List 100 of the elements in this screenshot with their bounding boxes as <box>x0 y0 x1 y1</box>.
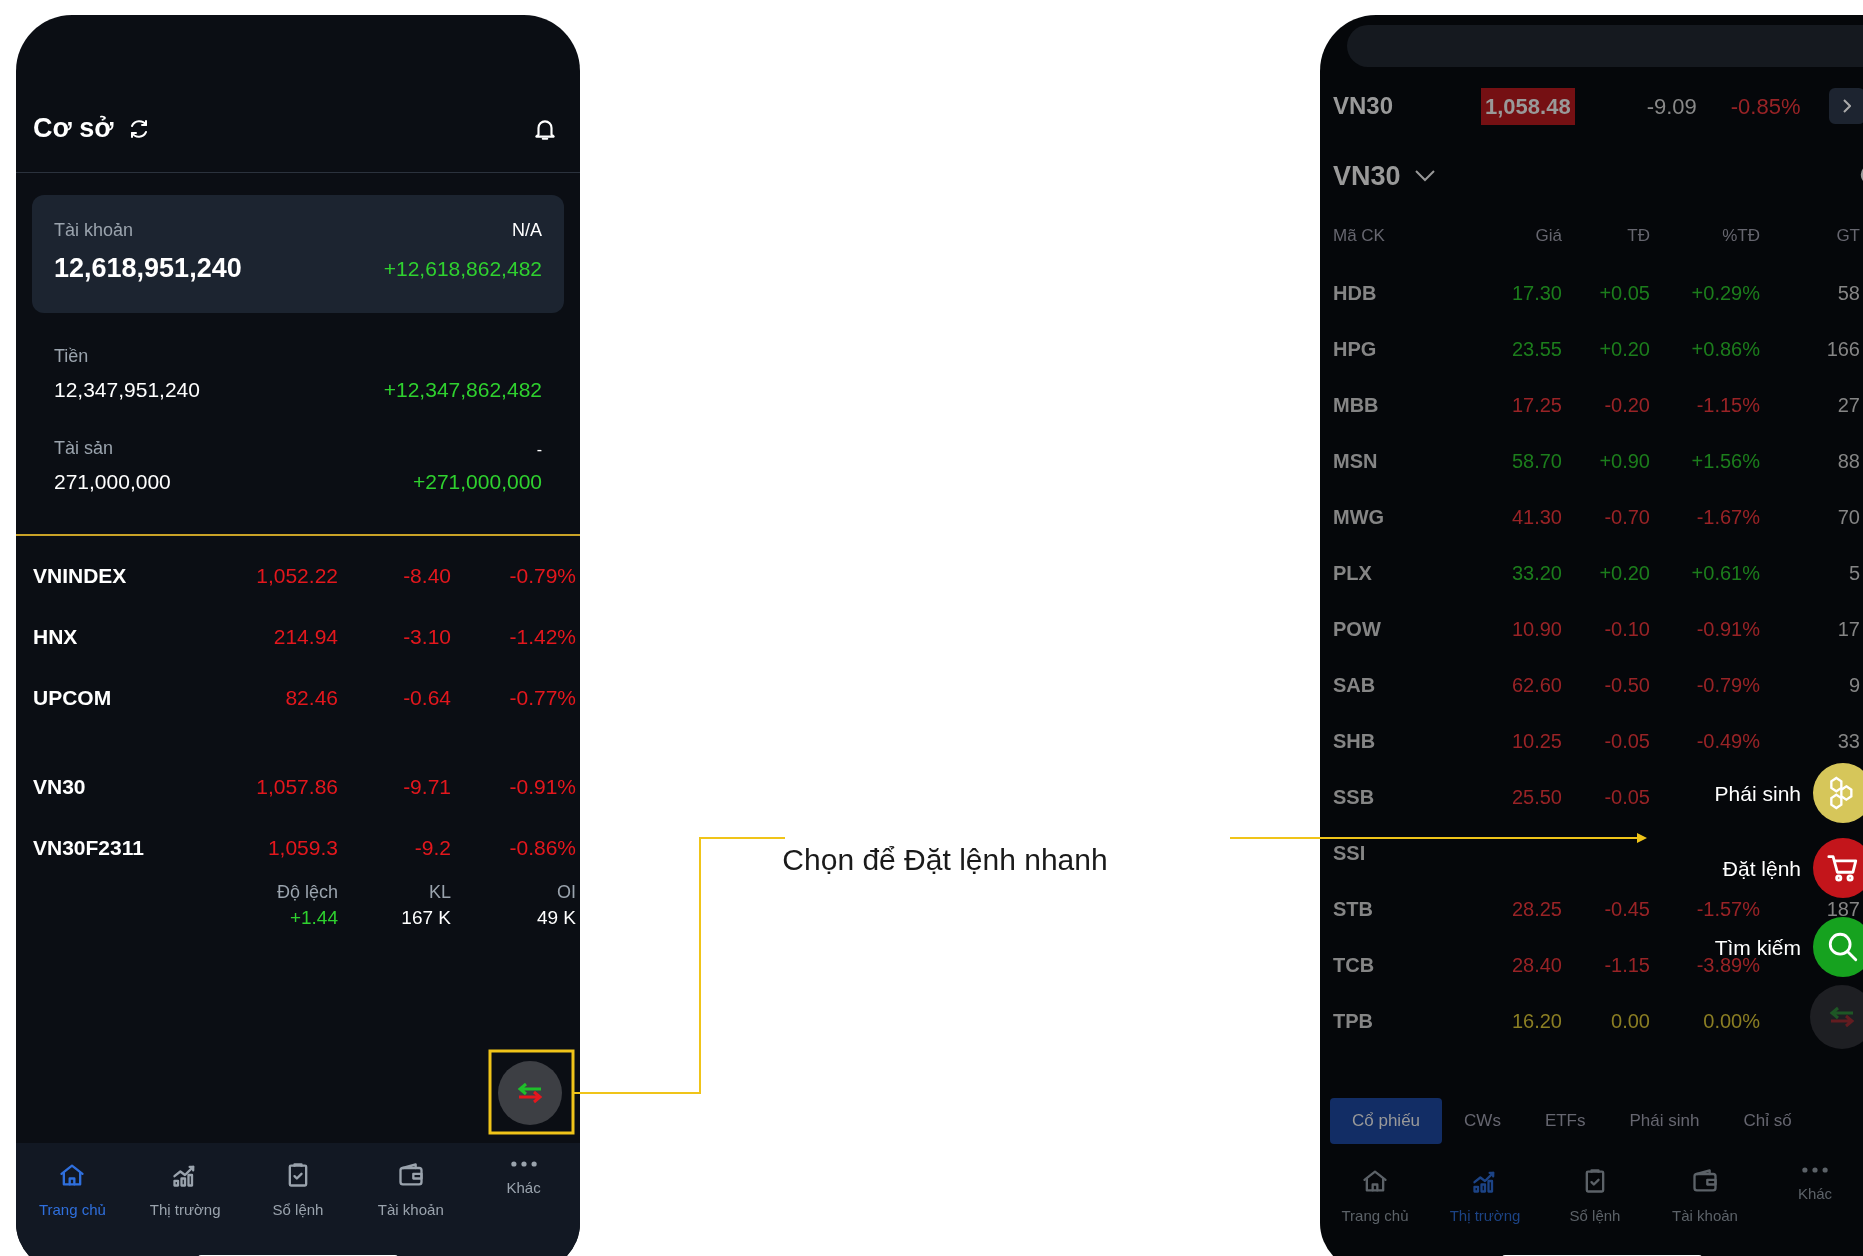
menu-button[interactable] <box>1813 763 1863 823</box>
index-value: 1,058.48 <box>1481 87 1575 125</box>
balance-change: +271,000,000 <box>412 469 542 495</box>
stat-label: KL <box>427 880 451 904</box>
nav-tab[interactable]: Thị trường <box>128 1161 242 1256</box>
stock-change: -1.15 <box>1603 953 1650 978</box>
nav-tab[interactable]: Tài khoản <box>1650 1167 1760 1256</box>
stat-label: Độ lệch <box>275 880 338 904</box>
index-percent: -0.77% <box>508 685 576 712</box>
screen-title: Cơ sở <box>33 112 114 146</box>
nav-tab[interactable]: Tài khoản <box>354 1161 468 1256</box>
stock-change: -0.05 <box>1603 729 1650 754</box>
index-change: -9.2 <box>413 835 451 862</box>
account-change: +12,618,862,482 <box>383 255 542 282</box>
index-name: VN30F2311 <box>33 835 145 862</box>
stock-symbol[interactable]: HDB <box>1333 278 1462 308</box>
stock-percent: 0.00% <box>1702 1009 1760 1034</box>
column-header[interactable]: %TĐ <box>1650 223 1760 249</box>
stock-change: -0.05 <box>1603 785 1650 810</box>
menu-button[interactable] <box>1813 917 1863 977</box>
stock-percent: +0.29% <box>1690 281 1760 306</box>
balance-value: 12,347,951,240 <box>54 376 200 403</box>
column-header[interactable]: GT <box>1760 223 1860 249</box>
stock-symbol[interactable]: TCB <box>1333 950 1462 980</box>
stock-symbol[interactable]: SAB <box>1333 670 1462 700</box>
category-tab[interactable]: CWs <box>1442 1098 1523 1144</box>
stock-value: 166 <box>1825 337 1860 362</box>
stock-percent: -0.79% <box>1695 673 1760 698</box>
index-value: 1,059.3 <box>266 835 338 862</box>
stock-change: -0.10 <box>1603 617 1650 642</box>
wallet-icon <box>1691 1167 1719 1195</box>
more-icon <box>510 1161 537 1167</box>
balance-label: Tiền <box>54 344 89 368</box>
search-icon <box>1826 930 1860 964</box>
stock-percent: +0.86% <box>1690 337 1760 362</box>
column-header[interactable]: TĐ <box>1562 223 1650 249</box>
stock-change: -0.45 <box>1603 897 1650 922</box>
stock-value: 9 <box>1847 673 1860 698</box>
stock-percent: -0.49% <box>1695 729 1760 754</box>
more-icon <box>1802 1167 1828 1173</box>
index-percent: -0.85% <box>1730 92 1801 121</box>
index-percent: -1.42% <box>508 624 576 651</box>
stock-price: 41.30 <box>1510 505 1562 530</box>
nav-tab[interactable]: Khác <box>1760 1167 1863 1256</box>
balance-change: +12,347,862,482 <box>383 376 542 403</box>
menu-button[interactable] <box>1813 838 1863 898</box>
stock-symbol[interactable]: SSI <box>1333 838 1462 868</box>
stock-percent: -0.91% <box>1695 617 1760 642</box>
stock-symbol[interactable]: POW <box>1333 614 1462 644</box>
stock-symbol[interactable]: STB <box>1333 894 1462 924</box>
stock-symbol[interactable]: TPB <box>1333 1006 1462 1036</box>
next-button[interactable] <box>1828 88 1863 124</box>
stock-change: 0.00 <box>1610 1009 1650 1034</box>
stock-percent: -1.15% <box>1695 393 1760 418</box>
index-value: 214.94 <box>272 624 338 651</box>
stock-symbol[interactable]: HPG <box>1333 334 1462 364</box>
nav-tab[interactable]: Sổ lệnh <box>241 1161 355 1256</box>
stock-change: -0.20 <box>1603 393 1650 418</box>
index-name: VN30 <box>1333 91 1395 121</box>
index-percent: -0.79% <box>508 563 576 590</box>
stock-change: +0.05 <box>1598 281 1650 306</box>
stock-percent: -1.67% <box>1695 505 1760 530</box>
menu-label: Đặt lệnh <box>1722 857 1801 879</box>
index-name: VNINDEX <box>33 563 128 590</box>
stock-value: 70 <box>1836 505 1860 530</box>
stock-price: 17.30 <box>1510 281 1562 306</box>
wallet-icon <box>396 1161 425 1189</box>
nav-tab[interactable]: Sổ lệnh <box>1540 1167 1650 1256</box>
account-card[interactable]: Tài khoản N/A 12,618,951,240 +12,618,862,482 <box>32 195 564 313</box>
nav-tab[interactable]: Khác <box>467 1161 580 1256</box>
chevron-down-icon[interactable] <box>1412 168 1437 184</box>
column-header[interactable]: Giá <box>1462 223 1562 249</box>
index-change: -9.09 <box>1646 92 1697 121</box>
stock-price: 10.90 <box>1510 617 1562 642</box>
stock-symbol[interactable]: MWG <box>1333 502 1462 532</box>
menu-label: Phái sinh <box>1714 782 1801 804</box>
stock-change: +0.20 <box>1598 561 1650 586</box>
stock-value: 88 <box>1836 449 1860 474</box>
stock-symbol[interactable]: PLX <box>1333 558 1462 588</box>
account-status: N/A <box>512 219 542 242</box>
index-percent: -0.86% <box>508 835 576 862</box>
stock-price: 25.50 <box>1510 785 1562 810</box>
index-change: -9.71 <box>402 774 451 801</box>
swap-arrows-icon <box>515 1082 545 1104</box>
stock-symbol[interactable]: MSN <box>1333 446 1462 476</box>
watchlist-title[interactable]: VN30 <box>1333 155 1401 197</box>
nav-tab[interactable]: Trang chủ <box>1320 1167 1430 1256</box>
stock-price: 10.25 <box>1510 729 1562 754</box>
nav-tab[interactable]: Trang chủ <box>16 1161 129 1256</box>
stock-price: 58.70 <box>1510 449 1562 474</box>
column-header[interactable]: Mã CK <box>1333 223 1462 249</box>
stock-symbol[interactable]: SSB <box>1333 782 1462 812</box>
stock-symbol[interactable]: SHB <box>1333 726 1462 756</box>
stock-price: 17.25 <box>1510 393 1562 418</box>
category-tab[interactable]: Cổ phiếu <box>1330 1098 1443 1144</box>
category-tab[interactable]: Phái sinh <box>1607 1098 1722 1144</box>
index-value: 1,052.22 <box>255 563 338 590</box>
category-tab[interactable]: Chỉ số <box>1721 1098 1814 1144</box>
category-tab[interactable]: ETFs <box>1522 1098 1608 1144</box>
stock-symbol[interactable]: MBB <box>1333 390 1462 420</box>
